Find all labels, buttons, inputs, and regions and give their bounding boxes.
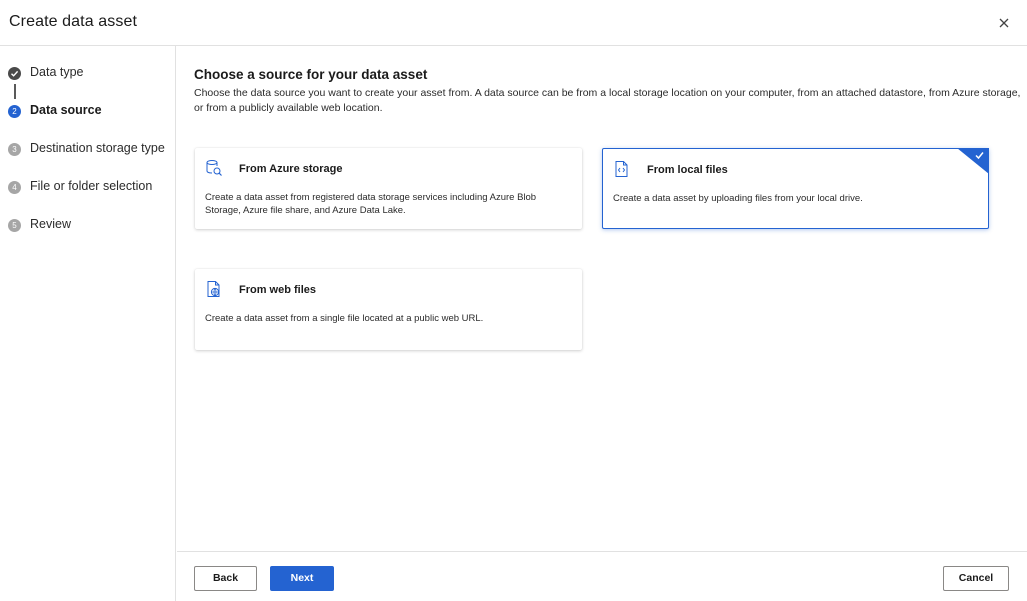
step-label: File or folder selection xyxy=(30,179,153,193)
step-label: Destination storage type xyxy=(30,141,165,155)
code-file-icon xyxy=(613,160,631,178)
dialog-footer: Back Next Cancel xyxy=(177,551,1027,601)
card-description: Create a data asset by uploading files f… xyxy=(613,193,863,204)
card-title: From web files xyxy=(239,284,317,296)
step-review[interactable]: 5 Review xyxy=(0,215,176,237)
step-complete-icon xyxy=(8,67,21,80)
main-content: Choose a source for your data asset Choo… xyxy=(177,46,1027,551)
step-label: Review xyxy=(30,217,71,231)
step-destination-storage-type[interactable]: 3 Destination storage type xyxy=(0,139,176,161)
step-data-source[interactable]: 2 Data source xyxy=(0,101,176,123)
card-title: From Azure storage xyxy=(239,163,343,175)
card-title: From local files xyxy=(647,164,728,176)
step-connector xyxy=(14,84,16,99)
wizard-steps: Data type 2 Data source 3 Destination st… xyxy=(0,46,176,601)
step-label: Data type xyxy=(30,65,84,79)
card-from-azure-storage[interactable]: From Azure storage Create a data asset f… xyxy=(195,148,582,229)
step-label: Data source xyxy=(30,103,102,117)
page-title: Choose a source for your data asset xyxy=(194,67,428,82)
web-file-icon xyxy=(205,280,223,298)
database-search-icon xyxy=(205,159,223,177)
card-from-local-files[interactable]: From local files Create a data asset by … xyxy=(602,148,989,229)
selected-check-icon xyxy=(957,148,989,174)
step-number-icon: 3 xyxy=(8,143,21,156)
dialog-title: Create data asset xyxy=(9,13,137,30)
next-button[interactable]: Next xyxy=(270,566,334,591)
card-description: Create a data asset from a single file l… xyxy=(205,313,484,324)
step-data-type[interactable]: Data type xyxy=(0,63,176,85)
step-file-or-folder-selection[interactable]: 4 File or folder selection xyxy=(0,177,176,199)
step-number-icon: 5 xyxy=(8,219,21,232)
step-number-icon: 4 xyxy=(8,181,21,194)
card-description: Create a data asset from registered data… xyxy=(205,192,537,216)
dialog-header: Create data asset xyxy=(0,0,1027,46)
page-description: Choose the data source you want to creat… xyxy=(194,87,1021,114)
close-icon[interactable] xyxy=(994,13,1014,33)
cancel-button[interactable]: Cancel xyxy=(943,566,1009,591)
back-button[interactable]: Back xyxy=(194,566,257,591)
step-number-icon: 2 xyxy=(8,105,21,118)
card-from-web-files[interactable]: From web files Create a data asset from … xyxy=(195,269,582,350)
